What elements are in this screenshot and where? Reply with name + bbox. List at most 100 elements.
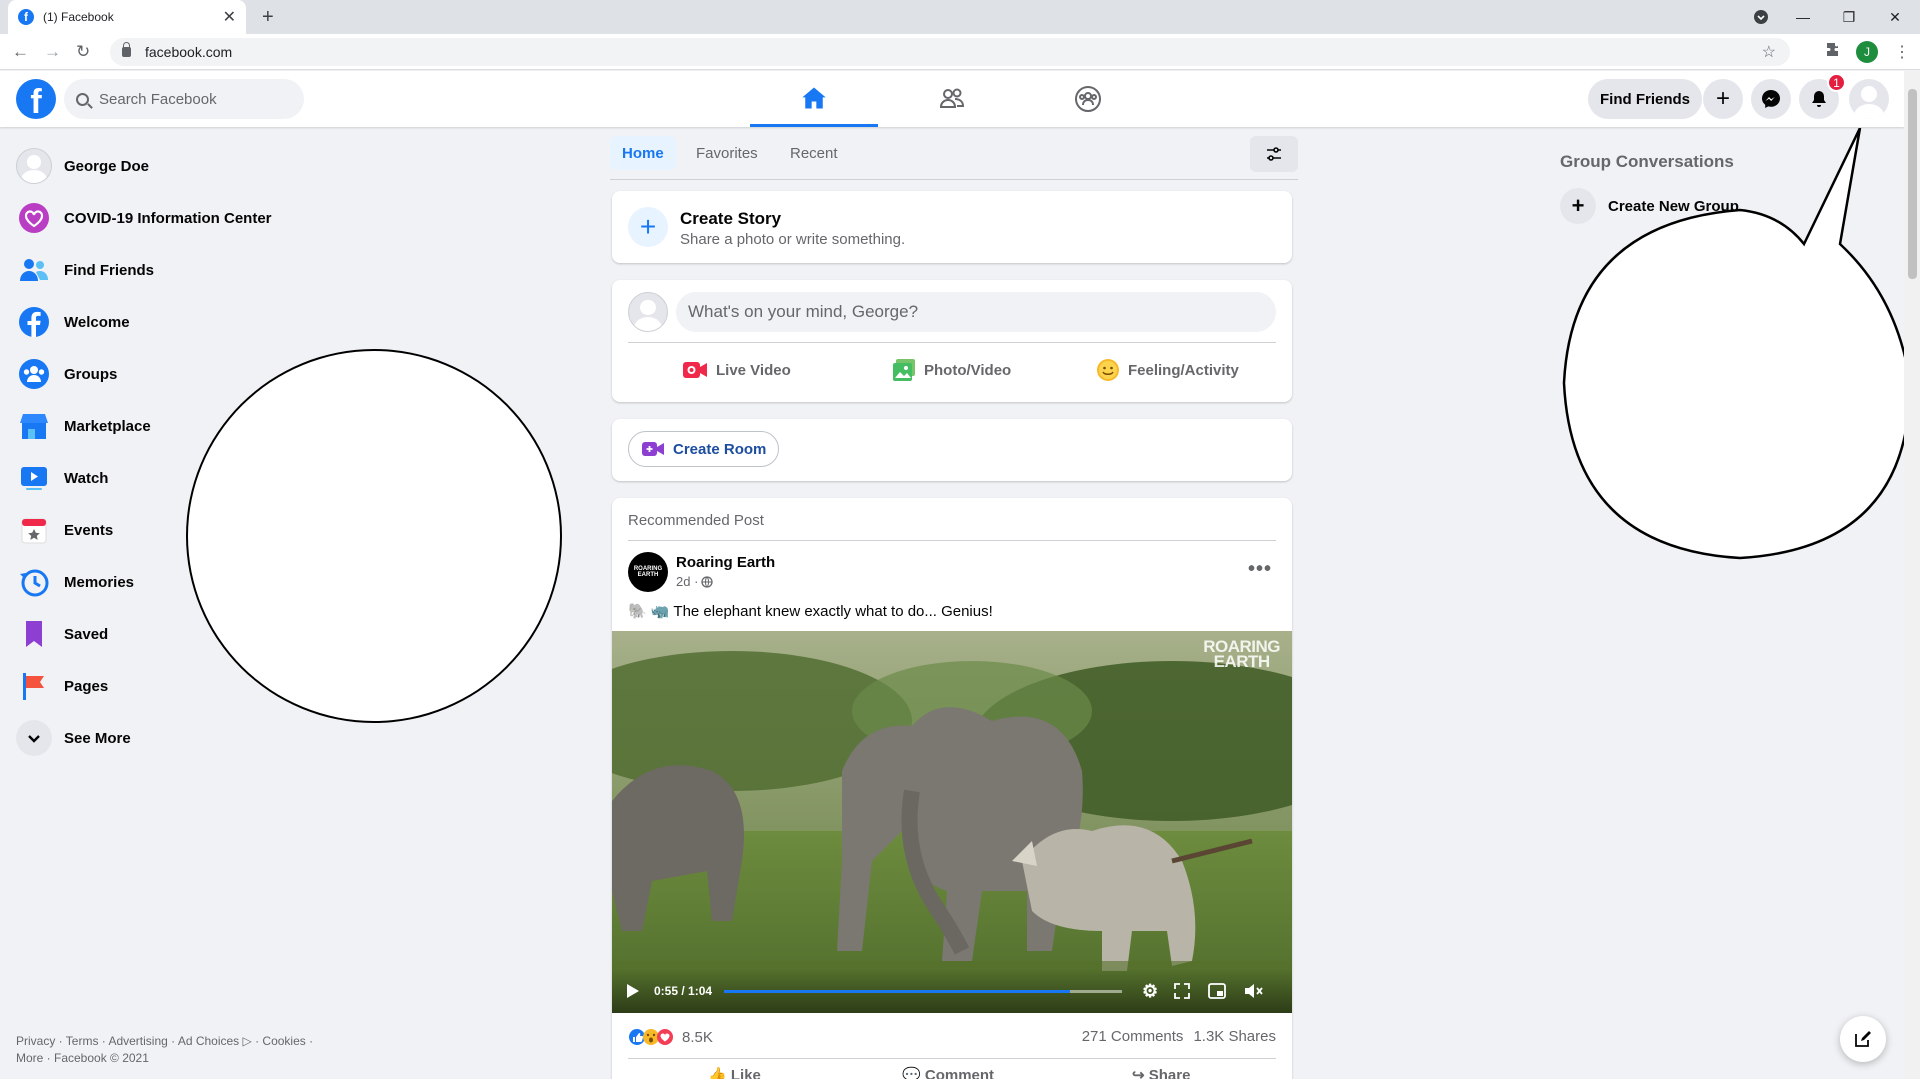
composer-avatar[interactable] [628,292,668,332]
sidebar-item-label: See More [64,729,131,747]
sidebar-item-label: Marketplace [64,417,151,435]
like-button[interactable]: 👍 Like [708,1066,761,1079]
covid-heart-icon [19,203,49,233]
reaction-count: 8.5K [682,1028,713,1046]
like-label: Like [730,1067,761,1079]
post-video[interactable]: ROARING EARTH 0:55 / 1:04 ⚙ [612,631,1292,1013]
video-time: 0:55 / 1:04 [654,984,713,998]
footer-line-1[interactable]: Privacy · Terms · Advertising · Ad Choic… [16,1033,346,1050]
nav-tab-home[interactable] [750,71,878,127]
recommended-post-card: Recommended Post ROARING EARTH Roaring E… [612,498,1292,1079]
photo-video-button[interactable]: Photo/Video [892,350,1011,390]
comment-label: Comment [924,1067,995,1079]
rooms-card: Create Room [612,419,1292,481]
share-button[interactable]: ↪ Share [1132,1066,1190,1079]
new-message-button[interactable] [1840,1016,1886,1062]
feed-filter-button[interactable] [1250,136,1298,172]
tab-recent[interactable]: Recent [778,136,850,170]
create-button[interactable]: + [1703,79,1743,119]
find-friends-button[interactable]: Find Friends [1588,79,1702,119]
sidebar-item-covid[interactable]: COVID-19 Information Center [8,192,338,244]
minimize-icon[interactable]: — [1780,0,1826,34]
photo-video-label: Photo/Video [924,361,1012,379]
sidebar-item-label: Memories [64,573,135,591]
extensions-icon[interactable] [1826,42,1842,63]
search-box[interactable] [64,79,304,119]
settings-icon[interactable]: ⚙ [1142,981,1158,1002]
composer-input[interactable]: What's on your mind, George? [676,292,1276,332]
comment-button[interactable]: 💬 Comment [902,1066,994,1079]
video-controls: 0:55 / 1:04 ⚙ [612,969,1292,1013]
search-input[interactable] [99,90,279,108]
bell-icon [1812,91,1826,107]
back-icon[interactable]: ← [12,42,29,62]
comments-count[interactable]: 271 Comments [1082,1028,1184,1045]
mute-icon[interactable] [1244,983,1264,999]
divider [628,342,1276,343]
friends-icon [20,259,48,281]
live-video-icon [683,362,707,378]
post-meta: 2d · [676,574,714,589]
post-options-icon[interactable]: ••• [1248,558,1272,581]
messenger-button[interactable] [1751,79,1791,119]
plus-icon: + [1715,85,1730,112]
feeling-icon [1097,359,1119,381]
pages-icon [23,673,44,700]
events-icon [21,518,47,544]
chevron-down-icon [28,735,40,743]
reactions-summary[interactable]: 8.5K [628,1028,713,1046]
sidebar-item-find-friends[interactable]: Find Friends [8,244,338,296]
url-field[interactable]: facebook.com ☆ [110,38,1790,66]
feeling-activity-button[interactable]: Feeling/Activity [1096,350,1239,390]
browser-tab[interactable]: f (1) Facebook ✕ [8,0,246,34]
play-icon[interactable] [626,983,640,999]
browser-profile-avatar[interactable]: J [1856,41,1878,63]
address-bar-row: ← → ↻ facebook.com ☆ ⋮ [0,34,1920,70]
facebook-logo-icon[interactable]: f [16,79,56,119]
tab-favorites[interactable]: Favorites [684,136,770,170]
photo-icon [893,359,915,381]
video-watermark: ROARING EARTH [1203,638,1280,671]
watermark-line-2: EARTH [1213,652,1271,671]
facebook-header: f Find Friends + 1 [0,71,1904,127]
fullscreen-icon[interactable] [1174,983,1191,999]
create-story-card[interactable]: + Create Story Share a photo or write so… [612,191,1292,263]
picture-in-picture-icon[interactable] [1208,983,1227,999]
search-icon [76,92,89,106]
shares-count[interactable]: 1.3K Shares [1193,1028,1276,1045]
tab-search-icon[interactable] [1738,0,1784,34]
post-time[interactable]: 2d · [676,574,698,589]
home-icon [802,87,826,108]
restore-icon[interactable]: ❐ [1826,0,1872,34]
live-video-label: Live Video [716,361,791,379]
sidebar-item-label: Watch [64,469,109,487]
forward-icon[interactable]: → [44,42,61,62]
groups-nav-icon [1075,86,1101,112]
nav-tab-friends[interactable] [888,71,1016,127]
tab-home[interactable]: Home [610,136,676,170]
nav-tab-groups[interactable] [1024,71,1152,127]
browser-menu-icon[interactable]: ⋮ [1894,42,1910,62]
create-room-button[interactable]: Create Room [628,431,780,467]
reload-icon[interactable]: ↻ [76,42,90,62]
close-tab-icon[interactable]: ✕ [223,7,236,27]
sidebar-item-see-more[interactable]: See More [8,712,338,764]
video-progress-bar[interactable] [724,989,1123,993]
bookmark-star-icon[interactable]: ☆ [1762,42,1776,62]
profile-avatar [16,148,52,184]
footer-line-2[interactable]: More · Facebook © 2021 [16,1050,346,1067]
groups-icon [19,359,49,389]
author-avatar[interactable]: ROARING EARTH [628,552,668,592]
scrollbar-thumb[interactable] [1908,89,1917,279]
notification-badge: 1 [1827,73,1846,92]
post-author[interactable]: Roaring Earth [676,554,775,571]
page-scrollbar[interactable] [1904,71,1920,1079]
new-tab-icon[interactable]: + [262,6,274,29]
sidebar-item-profile[interactable]: George Doe [8,140,338,192]
live-video-button[interactable]: Live Video [682,350,791,390]
sidebar-item-label: Welcome [64,313,130,331]
account-avatar[interactable] [1849,79,1889,119]
close-window-icon[interactable]: ✕ [1872,0,1918,34]
sidebar-item-welcome[interactable]: Welcome [8,296,338,348]
create-story-title: Create Story [680,209,782,228]
